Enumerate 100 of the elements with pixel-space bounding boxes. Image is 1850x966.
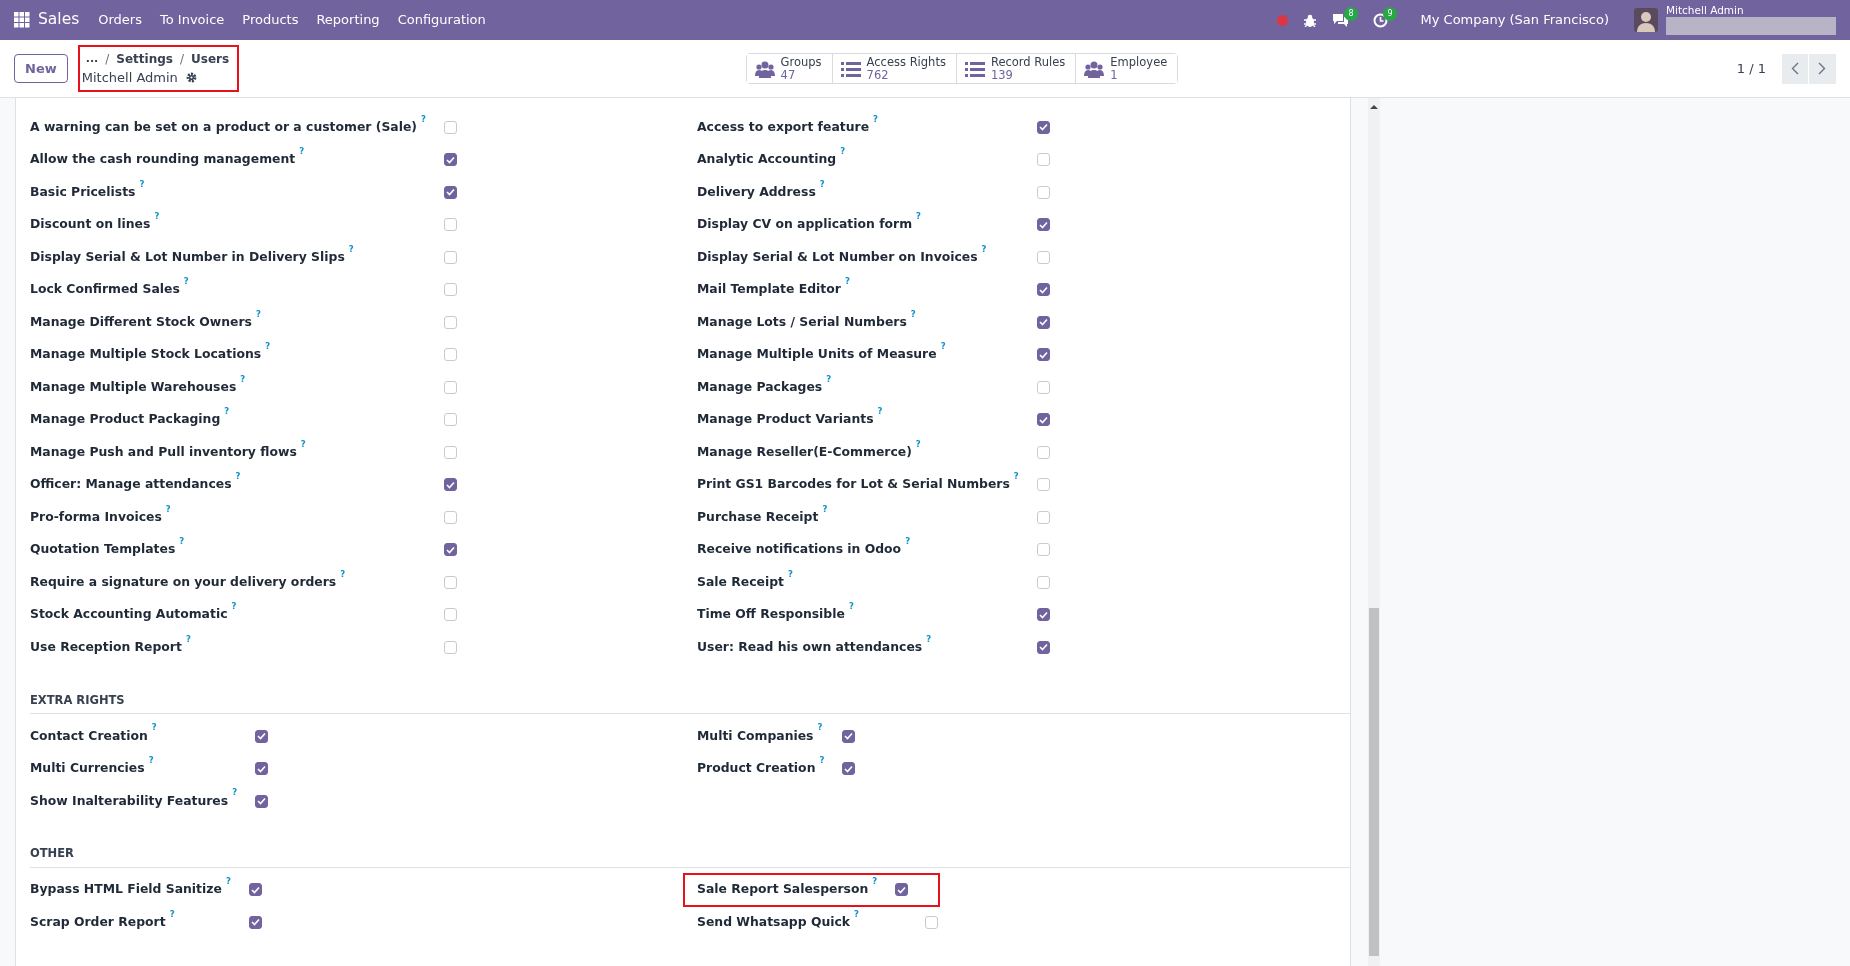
check-icon	[445, 155, 455, 164]
clock-icon[interactable]	[1372, 12, 1388, 28]
check-icon	[844, 764, 854, 773]
help-tooltip[interactable]: ?	[299, 146, 305, 157]
menu-item[interactable]: Reporting	[307, 10, 389, 30]
check-icon	[1038, 643, 1048, 652]
help-tooltip[interactable]: ?	[148, 754, 154, 765]
checkbox[interactable]	[842, 729, 856, 743]
checkbox[interactable]	[255, 729, 269, 743]
checkbox[interactable]	[1036, 640, 1050, 654]
menu-item[interactable]: To Invoice	[151, 10, 234, 30]
people-icon	[1084, 59, 1105, 78]
help-tooltip[interactable]: ?	[232, 787, 238, 798]
help-tooltip[interactable]: ?	[916, 211, 922, 222]
check-icon	[445, 480, 455, 489]
help-tooltip[interactable]: ?	[872, 876, 878, 887]
stat-button[interactable]: Groups 47	[746, 53, 833, 84]
help-tooltip[interactable]: ?	[224, 406, 230, 417]
check-icon	[250, 885, 260, 894]
breadcrumb-ellipsis[interactable]: ...	[85, 50, 99, 67]
check-icon	[257, 797, 267, 805]
checkbox[interactable]	[1036, 283, 1050, 297]
menu-item[interactable]: Configuration	[388, 10, 495, 30]
help-tooltip[interactable]: ?	[817, 722, 823, 733]
help-tooltip[interactable]: ?	[905, 536, 911, 547]
pager-value: 1 / 1	[1736, 59, 1766, 78]
check-icon	[1038, 610, 1048, 619]
checkbox[interactable]	[842, 762, 856, 775]
help-tooltip[interactable]: ?	[225, 876, 231, 887]
help-tooltip[interactable]: ?	[154, 211, 160, 222]
help-tooltip[interactable]: ?	[1013, 471, 1019, 482]
check-icon	[257, 764, 267, 773]
scroll-up-icon	[1370, 104, 1378, 109]
section-title: EXTRA RIGHTS	[30, 691, 1350, 714]
check-icon	[1038, 220, 1048, 229]
help-tooltip[interactable]: ?	[940, 341, 946, 352]
new-button[interactable]: New	[14, 53, 68, 84]
menu-item[interactable]: Products	[233, 10, 308, 30]
company-switcher[interactable]: My Company (San Francisco)	[1411, 10, 1618, 30]
checkbox[interactable]	[443, 153, 457, 167]
chevron-left-icon	[1791, 62, 1799, 75]
record-icon[interactable]	[1276, 14, 1288, 26]
checkbox[interactable]	[443, 478, 457, 492]
check-icon	[445, 545, 455, 554]
check-icon	[1038, 123, 1048, 132]
list-icon	[964, 59, 985, 78]
checkbox[interactable]	[1036, 413, 1050, 427]
checkbox[interactable]	[255, 794, 269, 808]
user-name[interactable]: Mitchell Admin	[1666, 4, 1836, 16]
section-title: OTHER	[30, 845, 1350, 868]
help-tooltip[interactable]: ?	[231, 601, 237, 612]
scrollbar[interactable]	[1368, 98, 1380, 966]
help-tooltip[interactable]: ?	[819, 754, 825, 765]
people-icon	[754, 59, 775, 78]
list-icon	[840, 59, 861, 78]
breadcrumb-separator: /	[179, 50, 184, 68]
checkbox[interactable]	[443, 543, 457, 557]
previous-button[interactable]	[1782, 53, 1809, 84]
help-tooltip[interactable]: ?	[877, 406, 883, 417]
record-name: Mitchell Admin	[81, 68, 178, 87]
check-icon	[844, 732, 854, 740]
check-icon	[1038, 285, 1048, 294]
apps-menu-icon[interactable]	[14, 12, 30, 28]
checkbox[interactable]	[248, 915, 262, 929]
checkbox[interactable]	[248, 883, 262, 897]
bug-icon[interactable]	[1303, 13, 1316, 27]
check-icon	[257, 732, 267, 740]
checkbox[interactable]	[1036, 608, 1050, 622]
checkbox[interactable]	[443, 185, 457, 199]
help-tooltip[interactable]: ?	[179, 536, 185, 547]
checkbox[interactable]	[255, 762, 269, 775]
check-icon	[1038, 415, 1048, 424]
app-name[interactable]: Sales	[30, 8, 90, 32]
help-tooltip[interactable]: ?	[844, 276, 850, 287]
check-icon	[1038, 318, 1048, 327]
checkbox[interactable]	[1036, 218, 1050, 232]
help-tooltip[interactable]: ?	[840, 146, 846, 157]
check-icon	[897, 885, 907, 894]
chat-icon[interactable]	[1331, 13, 1349, 27]
help-tooltip[interactable]: ?	[151, 722, 157, 733]
avatar[interactable]	[1634, 8, 1658, 32]
check-icon	[250, 918, 260, 927]
checkbox[interactable]	[1036, 120, 1050, 134]
help-tooltip[interactable]: ?	[235, 471, 241, 482]
help-tooltip[interactable]: ?	[265, 341, 271, 352]
breadcrumb-link[interactable]: Users	[191, 49, 230, 68]
menu-item[interactable]: Orders	[89, 10, 151, 30]
help-tooltip[interactable]: ?	[183, 276, 189, 287]
check-icon	[445, 188, 455, 197]
next-button[interactable]	[1809, 53, 1836, 84]
count-badge: 9	[1383, 6, 1397, 21]
settings-icon[interactable]	[185, 72, 197, 83]
check-icon	[1038, 350, 1048, 359]
chevron-right-icon	[1818, 62, 1827, 75]
checkbox[interactable]	[895, 883, 909, 897]
help-tooltip[interactable]: ?	[848, 601, 854, 612]
breadcrumb-link[interactable]: Settings	[116, 49, 173, 68]
checkbox[interactable]	[1036, 348, 1050, 362]
breadcrumb-separator: /	[105, 50, 110, 68]
checkbox[interactable]	[1036, 315, 1050, 329]
